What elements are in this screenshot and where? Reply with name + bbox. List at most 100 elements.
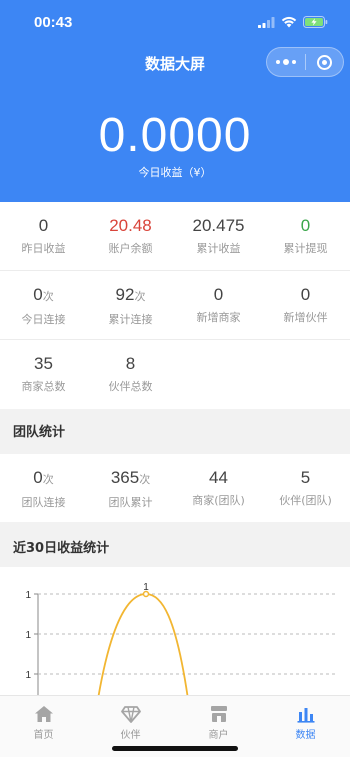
wifi-icon bbox=[281, 16, 297, 28]
status-time: 00:43 bbox=[34, 14, 73, 31]
stat-label: 新增商家 bbox=[196, 311, 241, 324]
stat-number: 0 bbox=[33, 285, 43, 304]
diamond-icon bbox=[120, 706, 141, 723]
stat-number: 5 bbox=[300, 468, 311, 487]
team-stat-item[interactable]: 365次 团队累计 bbox=[87, 454, 174, 523]
team-stat-item[interactable]: 0次 团队连接 bbox=[0, 454, 87, 523]
stat-unit: 次 bbox=[42, 291, 54, 303]
stat-item[interactable]: 92次 累计连接 bbox=[87, 271, 174, 340]
stat-label: 账户余额 bbox=[108, 242, 153, 255]
tab-label: 首页 bbox=[33, 730, 54, 741]
stat-label: 新增伙伴 bbox=[283, 311, 328, 324]
stat-unit: 次 bbox=[139, 474, 151, 486]
stat-item[interactable]: 0 累计提现 bbox=[262, 202, 349, 271]
stat-label: 昨日收益 bbox=[21, 242, 66, 255]
stat-value: 0 bbox=[0, 216, 87, 236]
stat-item[interactable]: 20.48 账户余额 bbox=[87, 202, 174, 271]
today-income-value: 0.0000 bbox=[98, 109, 252, 162]
stat-value: 92次 bbox=[87, 285, 174, 307]
chart-y-tick-label: 1 bbox=[25, 630, 31, 641]
tab-merchant[interactable]: 商户 bbox=[175, 696, 262, 746]
stat-value: 0 bbox=[262, 216, 349, 236]
chart-y-tick-label: 1 bbox=[25, 670, 31, 681]
stat-number: 0 bbox=[38, 216, 49, 235]
stat-value: 5 bbox=[262, 468, 349, 488]
income-line-chart: 1 1 1 1 bbox=[25, 582, 338, 700]
hero-header: 00:43 数据大屏 0.0000 今日收益（¥） bbox=[0, 0, 350, 202]
stats-row: 0 昨日收益 20.48 账户余额 20.475 累计收益 0 累计提现 bbox=[0, 202, 350, 271]
home-icon bbox=[34, 706, 53, 722]
home-indicator bbox=[112, 746, 238, 751]
chart-section-header: 近30日收益统计 bbox=[0, 522, 350, 567]
stat-label: 商家(团队) bbox=[192, 494, 245, 507]
chart-y-tick-label: 1 bbox=[25, 590, 31, 601]
stat-value: 0次 bbox=[0, 285, 87, 307]
stat-label: 伙伴总数 bbox=[108, 380, 153, 393]
stat-label: 累计提现 bbox=[283, 242, 328, 255]
stat-number: 44 bbox=[209, 468, 228, 487]
stat-item[interactable]: 0 新增伙伴 bbox=[262, 271, 349, 340]
status-bar: 00:43 bbox=[0, 0, 350, 44]
stat-item[interactable]: 35 商家总数 bbox=[0, 340, 87, 409]
team-stats: 0次 团队连接 365次 团队累计 44 商家(团队) 5 伙伴(团队) bbox=[0, 454, 350, 522]
stat-number: 0 bbox=[300, 285, 311, 304]
status-icons bbox=[258, 16, 328, 28]
stat-number: 0 bbox=[33, 468, 43, 487]
stat-item[interactable]: 8 伙伴总数 bbox=[87, 340, 174, 409]
stat-item[interactable]: 0次 今日连接 bbox=[0, 271, 87, 340]
stats-row: 35 商家总数 8 伙伴总数 bbox=[0, 340, 350, 409]
stat-value: 20.48 bbox=[87, 216, 174, 236]
stat-number: 20.48 bbox=[109, 216, 152, 235]
bar-chart-icon bbox=[297, 708, 314, 723]
tab-label: 数据 bbox=[295, 730, 316, 741]
stat-value: 20.475 bbox=[175, 216, 262, 236]
team-stat-item[interactable]: 44 商家(团队) bbox=[175, 454, 262, 523]
stat-item[interactable]: 0 新增商家 bbox=[175, 271, 262, 340]
team-stat-item[interactable]: 5 伙伴(团队) bbox=[262, 454, 349, 523]
team-section-title: 团队统计 bbox=[13, 425, 66, 440]
battery-icon bbox=[303, 16, 328, 28]
stat-number: 8 bbox=[125, 354, 136, 373]
close-button[interactable] bbox=[305, 48, 343, 76]
tab-home[interactable]: 首页 bbox=[0, 696, 87, 746]
stat-item[interactable]: 0 昨日收益 bbox=[0, 202, 87, 271]
stat-number: 35 bbox=[34, 354, 53, 373]
today-income-label: 今日收益（¥） bbox=[138, 166, 212, 179]
stat-label: 伙伴(团队) bbox=[279, 494, 332, 507]
stat-number: 92 bbox=[115, 285, 135, 304]
chart-section-title: 近30日收益统计 bbox=[13, 541, 110, 556]
stat-label: 累计收益 bbox=[196, 242, 241, 255]
tab-partner[interactable]: 伙伴 bbox=[87, 696, 174, 746]
stat-number: 0 bbox=[300, 216, 311, 235]
tab-label: 伙伴 bbox=[120, 730, 141, 741]
stat-number: 0 bbox=[213, 285, 224, 304]
target-close-icon bbox=[316, 54, 332, 70]
stat-label: 累计连接 bbox=[108, 313, 153, 326]
stats-row: 0次 今日连接 92次 累计连接 0 新增商家 0 新增伙伴 bbox=[0, 271, 350, 340]
stat-label: 商家总数 bbox=[21, 380, 66, 393]
mini-program-capsule bbox=[266, 47, 344, 77]
income-chart-card: 1 1 1 1 bbox=[0, 567, 350, 700]
more-dot-icon bbox=[282, 59, 289, 65]
stat-unit: 次 bbox=[134, 291, 146, 303]
page: 00:43 数据大屏 0.0000 今日收益（¥） 0 昨日收益 20.48 账… bbox=[0, 0, 350, 757]
more-button[interactable] bbox=[267, 48, 305, 76]
chart-data-label: 1 bbox=[143, 582, 149, 593]
stat-value: 0 bbox=[175, 285, 262, 305]
stat-item[interactable]: 20.475 累计收益 bbox=[175, 202, 262, 271]
team-section-header: 团队统计 bbox=[0, 409, 350, 449]
stat-number: 20.475 bbox=[192, 216, 245, 235]
stat-value: 44 bbox=[175, 468, 262, 488]
more-dot-icon bbox=[275, 60, 280, 64]
tab-data[interactable]: 数据 bbox=[262, 696, 349, 746]
signal-icon bbox=[258, 16, 275, 28]
stat-value: 365次 bbox=[87, 468, 174, 490]
stat-value: 35 bbox=[0, 354, 87, 374]
store-icon bbox=[210, 706, 227, 722]
stat-label: 今日连接 bbox=[21, 313, 66, 326]
stat-value: 0 bbox=[262, 285, 349, 305]
stat-value: 0次 bbox=[0, 468, 87, 490]
more-dot-icon bbox=[291, 60, 296, 64]
tab-label: 商户 bbox=[208, 730, 229, 741]
stat-number: 365 bbox=[110, 468, 140, 487]
